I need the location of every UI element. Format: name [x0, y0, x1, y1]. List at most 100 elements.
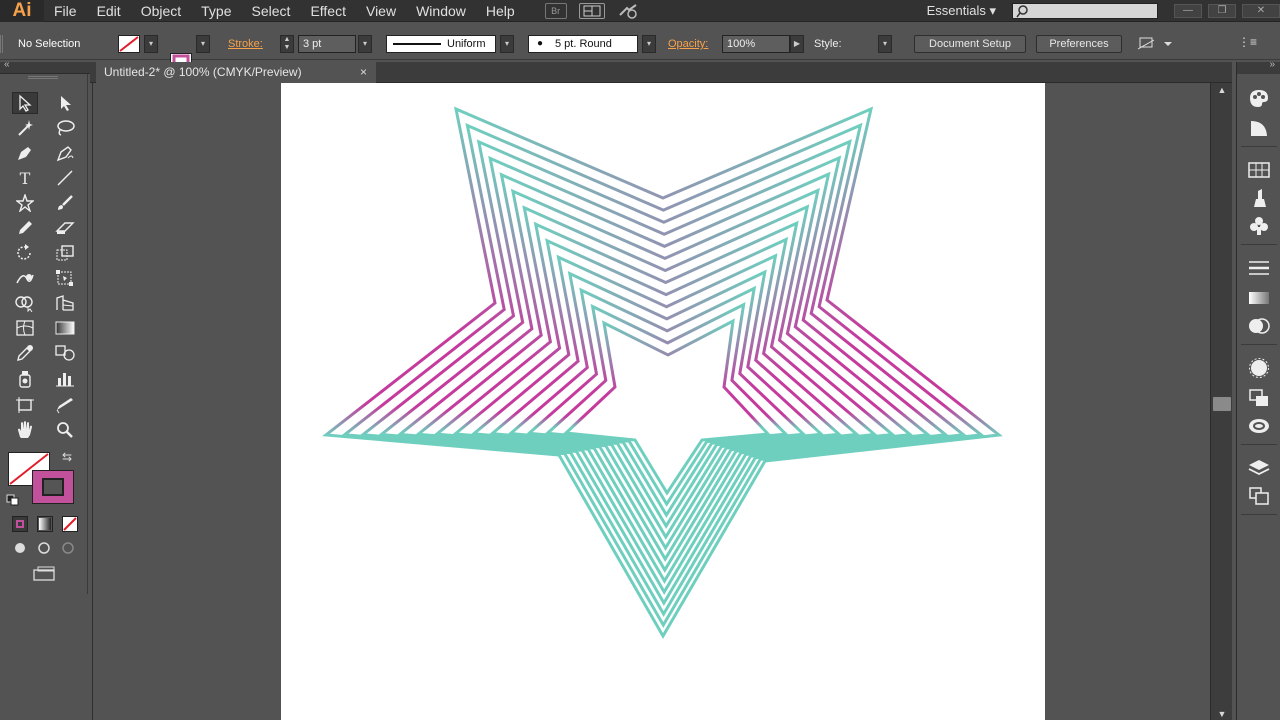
- color-guide-panel-icon[interactable]: [1245, 116, 1273, 140]
- close-window-button[interactable]: ✕: [1242, 4, 1280, 18]
- scroll-thumb[interactable]: [1213, 397, 1231, 411]
- document-tab[interactable]: Untitled-2* @ 100% (CMYK/Preview) ×: [96, 62, 376, 83]
- symbol-sprayer-tool-icon[interactable]: [12, 368, 38, 390]
- mesh-tool-icon[interactable]: [12, 317, 38, 339]
- star-artwork[interactable]: [281, 83, 1045, 720]
- layers-panel-icon[interactable]: [1245, 456, 1273, 480]
- perspective-grid-tool-icon[interactable]: [52, 292, 78, 314]
- artboards-panel-icon[interactable]: [1245, 484, 1273, 508]
- direct-selection-tool-icon[interactable]: [52, 92, 78, 114]
- shape-builder-tool-icon[interactable]: [12, 292, 38, 314]
- gradient-panel-icon[interactable]: [1245, 286, 1273, 310]
- artboard-tool-icon[interactable]: [12, 394, 38, 416]
- fill-dropdown-arrow[interactable]: ▾: [144, 35, 158, 53]
- toolbox-grip[interactable]: [28, 76, 58, 79]
- bridge-icon[interactable]: Br: [544, 2, 567, 19]
- stroke-label[interactable]: Stroke:: [228, 35, 263, 53]
- eraser-tool-icon[interactable]: [52, 217, 78, 239]
- paintbrush-tool-icon[interactable]: [52, 192, 78, 214]
- arrange-documents-icon[interactable]: [578, 2, 605, 19]
- swap-fill-stroke-icon[interactable]: ⇆: [62, 450, 72, 464]
- warp-tool-icon[interactable]: [12, 267, 38, 289]
- free-transform-tool-icon[interactable]: [52, 267, 78, 289]
- slice-tool-icon[interactable]: [52, 394, 78, 416]
- stroke-weight-dropdown[interactable]: ▾: [358, 35, 372, 53]
- document-setup-button[interactable]: Document Setup: [914, 35, 1026, 53]
- menu-edit[interactable]: Edit: [87, 0, 131, 22]
- menu-effect[interactable]: Effect: [300, 0, 356, 22]
- stroke-color-swatch[interactable]: [32, 470, 74, 504]
- menu-help[interactable]: Help: [476, 0, 525, 22]
- gradient-tool-icon[interactable]: [52, 317, 78, 339]
- stroke-weight-stepper[interactable]: ▲ ▼: [280, 35, 294, 53]
- scroll-up-arrow[interactable]: ▲: [1211, 85, 1233, 95]
- rotate-tool-icon[interactable]: [12, 242, 38, 264]
- menu-select[interactable]: Select: [242, 0, 301, 22]
- dock-header[interactable]: »: [1237, 59, 1280, 74]
- hand-tool-icon[interactable]: [12, 419, 38, 441]
- menu-view[interactable]: View: [356, 0, 406, 22]
- type-tool-icon[interactable]: T: [12, 167, 38, 189]
- artboard[interactable]: [281, 83, 1045, 720]
- symbols-panel-icon[interactable]: [1245, 214, 1273, 238]
- brushes-panel-icon[interactable]: [1245, 186, 1273, 210]
- profile-dropdown[interactable]: ▾: [500, 35, 514, 53]
- screen-mode-icon[interactable]: [30, 566, 58, 582]
- blend-tool-icon[interactable]: [52, 342, 78, 364]
- magic-wand-tool-icon[interactable]: [12, 117, 38, 139]
- stroke-weight-field[interactable]: 3 pt: [298, 35, 356, 53]
- opacity-slider-arrow[interactable]: ▶: [790, 35, 804, 53]
- pencil-tool-icon[interactable]: [12, 217, 38, 239]
- stroke-panel-icon[interactable]: [1245, 256, 1273, 280]
- lasso-tool-icon[interactable]: [52, 117, 78, 139]
- scale-tool-icon[interactable]: [52, 242, 78, 264]
- star-tool-icon[interactable]: [12, 192, 38, 214]
- search-input[interactable]: [1012, 3, 1158, 19]
- workspace-switcher[interactable]: Essentials ▾: [927, 3, 996, 19]
- graphic-styles-panel-icon[interactable]: [1245, 386, 1273, 410]
- transparency-panel-icon[interactable]: [1245, 314, 1273, 338]
- close-document-icon[interactable]: ×: [360, 62, 374, 83]
- brush-dropdown[interactable]: ▾: [642, 35, 656, 53]
- color-mode-button[interactable]: [12, 516, 28, 532]
- menu-type[interactable]: Type: [191, 0, 241, 22]
- control-panel-menu-icon[interactable]: ⋮≡: [1238, 35, 1262, 53]
- gpu-performance-icon[interactable]: [617, 3, 639, 19]
- dock-separator: [1241, 344, 1277, 345]
- menu-window[interactable]: Window: [406, 0, 476, 22]
- stroke-dropdown-arrow[interactable]: ▾: [196, 35, 210, 53]
- collapse-icon[interactable]: «: [4, 59, 10, 70]
- arrange-icon[interactable]: [1136, 35, 1176, 53]
- opacity-label[interactable]: Opacity:: [668, 35, 708, 53]
- none-mode-button[interactable]: [62, 516, 78, 532]
- opacity-field[interactable]: 100%: [722, 35, 790, 53]
- variable-width-profile[interactable]: Uniform: [386, 35, 496, 53]
- control-bar-grip[interactable]: [0, 35, 4, 53]
- toolbox-header[interactable]: «: [0, 59, 90, 74]
- selection-tool-icon[interactable]: [12, 92, 38, 114]
- expand-icon[interactable]: »: [1269, 59, 1275, 70]
- curvature-tool-icon[interactable]: [52, 142, 78, 164]
- pen-tool-icon[interactable]: [12, 142, 38, 164]
- line-segment-tool-icon[interactable]: [52, 167, 78, 189]
- default-colors-icon[interactable]: [6, 494, 20, 509]
- preferences-button[interactable]: Preferences: [1036, 35, 1122, 53]
- column-graph-tool-icon[interactable]: [52, 368, 78, 390]
- menu-object[interactable]: Object: [131, 0, 191, 22]
- color-panel-icon[interactable]: [1245, 86, 1273, 110]
- vertical-scrollbar[interactable]: ▲ ▼: [1210, 83, 1232, 720]
- eyedropper-tool-icon[interactable]: [12, 342, 38, 364]
- maximize-button[interactable]: ❐: [1208, 4, 1236, 18]
- gradient-mode-button[interactable]: [37, 516, 53, 532]
- graphic-style-dropdown[interactable]: ▾: [878, 35, 892, 53]
- menu-file[interactable]: File: [44, 0, 87, 22]
- appearance-panel-icon[interactable]: [1245, 356, 1273, 380]
- scroll-down-arrow[interactable]: ▼: [1211, 709, 1233, 719]
- minimize-button[interactable]: —: [1174, 4, 1202, 18]
- swatches-panel-icon[interactable]: [1245, 158, 1273, 182]
- libraries-panel-icon[interactable]: [1245, 414, 1273, 438]
- canvas-area[interactable]: [92, 83, 1210, 720]
- zoom-tool-icon[interactable]: [52, 419, 78, 441]
- fill-swatch[interactable]: [118, 35, 140, 53]
- brush-definition[interactable]: ● 5 pt. Round: [528, 35, 638, 53]
